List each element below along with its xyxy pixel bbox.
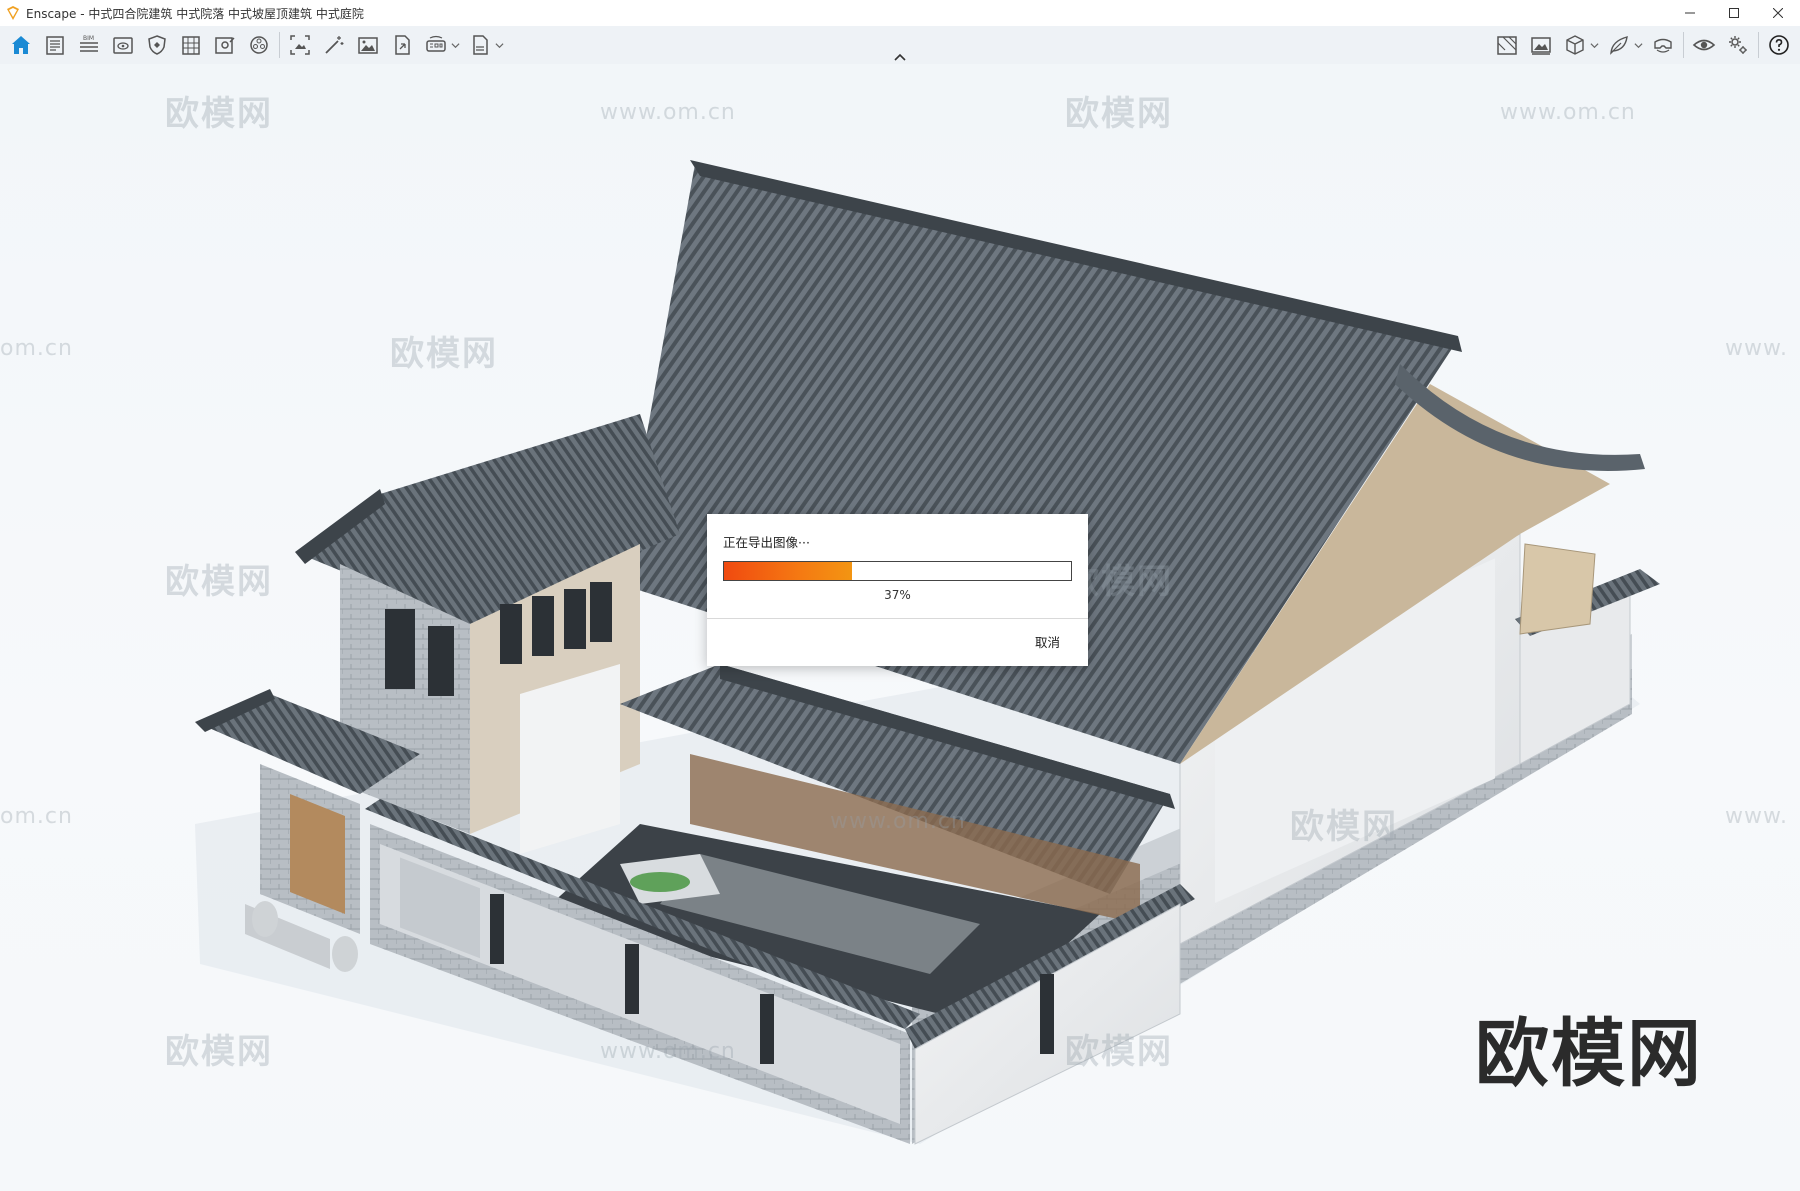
settings-button[interactable] [1721, 28, 1755, 62]
exe-export-button[interactable] [463, 28, 497, 62]
leaf-icon [1610, 36, 1628, 55]
magic-wand-icon [325, 36, 344, 54]
bim-button[interactable]: BIM [72, 28, 106, 62]
progress-percent: 37% [884, 588, 911, 602]
watermark-url: www. [1725, 804, 1788, 829]
dialog-divider [707, 618, 1088, 619]
help-icon [1769, 35, 1789, 55]
progress-bar [723, 561, 1072, 581]
toolbar-left-group: BIM [4, 26, 507, 64]
settings-icon [1729, 36, 1747, 54]
watermark-url: www.om.cn [600, 100, 736, 125]
exe-export-icon [473, 35, 488, 55]
watermark-url: www.om.cn [1500, 100, 1636, 125]
close-icon [1773, 8, 1783, 18]
bim-icon: BIM [80, 35, 98, 52]
watermark: 欧模网 [165, 1032, 273, 1072]
watermark: 欧模网 [1065, 94, 1173, 134]
help-button[interactable] [1762, 28, 1796, 62]
export-button[interactable] [385, 28, 419, 62]
vegetation-button[interactable] [1602, 28, 1636, 62]
image-export-button[interactable] [351, 28, 385, 62]
window-controls [1668, 0, 1800, 26]
toolbar-separator [279, 32, 280, 58]
maximize-button[interactable] [1712, 0, 1756, 26]
vegetation-dropdown[interactable] [1632, 28, 1644, 62]
watermark-url: om.cn [0, 336, 73, 361]
screenshot-button[interactable] [283, 28, 317, 62]
toolbar-right-group [1490, 26, 1796, 64]
toolbar-collapse-toggle[interactable] [890, 50, 910, 64]
vr-headset-icon [1654, 38, 1672, 53]
shield-icon [148, 35, 166, 55]
settings-doc-icon [215, 37, 235, 54]
maximize-icon [1729, 8, 1739, 18]
vr-button[interactable] [1646, 28, 1680, 62]
image-icon [358, 37, 378, 54]
chevron-down-icon [1633, 42, 1643, 48]
enscape-logo-icon [7, 6, 19, 20]
cube-icon [1566, 35, 1584, 55]
map-button[interactable] [1490, 28, 1524, 62]
minimize-button[interactable] [1668, 0, 1712, 26]
asset-library-button[interactable] [38, 28, 72, 62]
view-toggle-button[interactable] [1687, 28, 1721, 62]
home-icon [12, 36, 30, 54]
window-title: Enscape - 中式四合院建筑 中式院落 中式坡屋顶建筑 中式庭院 [26, 5, 364, 22]
cancel-button[interactable]: 取消 [1035, 632, 1060, 651]
material-editor-icon [182, 36, 200, 55]
gallery-icon [1531, 37, 1551, 55]
title-bar: Enscape - 中式四合院建筑 中式院落 中式坡屋顶建筑 中式庭院 [0, 0, 1800, 26]
panorama-dropdown[interactable] [449, 28, 461, 62]
app-name: Enscape [26, 6, 77, 21]
dialog-title: 正在导出图像··· [723, 535, 810, 550]
minimize-icon [1685, 12, 1695, 14]
watermark: 欧模网 [1290, 807, 1398, 847]
view-management-button[interactable] [106, 28, 140, 62]
view-management-icon [113, 37, 133, 54]
eye-icon [1692, 39, 1716, 51]
screenshot-icon [290, 35, 310, 55]
atmosphere-icon [250, 36, 268, 54]
asset-library-icon [46, 36, 64, 55]
watermark-url: www. [1725, 336, 1788, 361]
chevron-down-icon [450, 42, 460, 48]
chevron-down-icon [1589, 42, 1599, 48]
visual-settings-button[interactable] [208, 28, 242, 62]
safe-frame-button[interactable] [140, 28, 174, 62]
export-progress-dialog: 正在导出图像··· 37% 取消 [707, 514, 1088, 666]
exe-export-dropdown[interactable] [493, 28, 505, 62]
360-panorama-icon [426, 35, 446, 52]
material-editor-button[interactable] [174, 28, 208, 62]
progress-bar-fill [724, 562, 853, 580]
watermark-logo-large: 欧模网 [1475, 1011, 1703, 1097]
chevron-down-icon [494, 42, 504, 48]
watermark-url: www.om.cn [830, 809, 966, 834]
object-button[interactable] [1558, 28, 1592, 62]
watermark: 欧模网 [165, 94, 273, 134]
toolbar-separator [1683, 32, 1684, 58]
watermark: 欧模网 [390, 334, 498, 374]
map-icon [1497, 36, 1517, 55]
batch-render-button[interactable] [317, 28, 351, 62]
object-dropdown[interactable] [1588, 28, 1600, 62]
svg-text:BIM: BIM [83, 35, 94, 42]
chevron-up-icon [894, 53, 906, 61]
watermark-url: www.om.cn [600, 1039, 736, 1064]
toolbar-separator [1758, 32, 1759, 58]
project-name: 中式四合院建筑 中式院落 中式坡屋顶建筑 中式庭院 [88, 6, 364, 21]
gallery-button[interactable] [1524, 28, 1558, 62]
watermark-url: om.cn [0, 804, 73, 829]
panorama-button[interactable] [419, 28, 453, 62]
home-button[interactable] [4, 28, 38, 62]
atmosphere-button[interactable] [242, 28, 276, 62]
export-icon [395, 35, 410, 55]
watermark: 欧模网 [1065, 1032, 1173, 1072]
close-button[interactable] [1756, 0, 1800, 26]
watermark: 欧模网 [165, 562, 273, 602]
